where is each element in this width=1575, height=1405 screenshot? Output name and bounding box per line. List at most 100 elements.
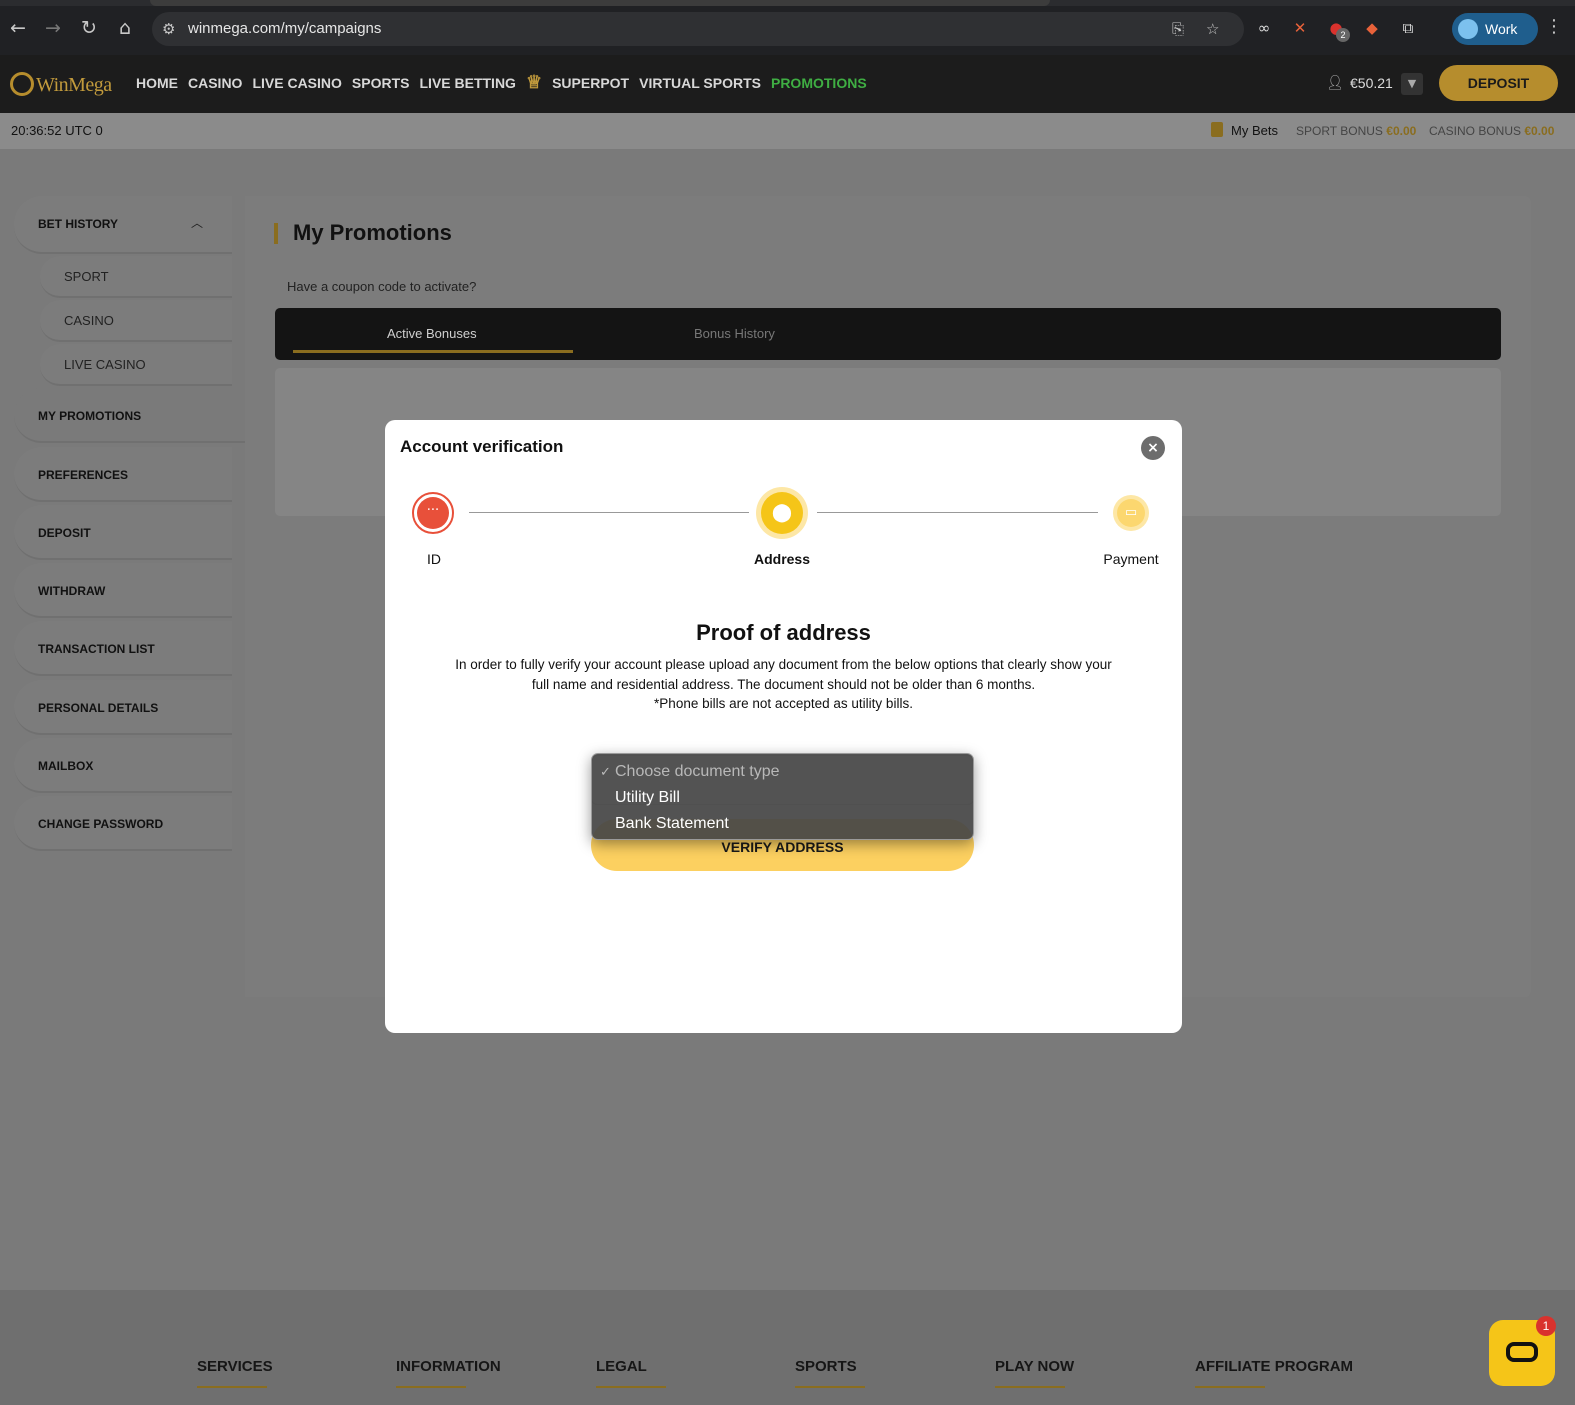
sidebar-subitem-sport[interactable]: SPORT	[40, 256, 232, 298]
sidebar-item-label: PERSONAL DETAILS	[38, 701, 159, 715]
extension-badge: 2	[1336, 28, 1350, 42]
sidebar-item-label: CHANGE PASSWORD	[38, 817, 164, 831]
bonus-tabs: Active Bonuses Bonus History	[275, 308, 1501, 360]
footer-divider	[795, 1386, 865, 1388]
logo[interactable]: WinMega	[10, 70, 120, 98]
sidebar-item-label: CASINO	[64, 313, 114, 328]
option-utility-bill[interactable]: Utility Bill	[615, 789, 680, 807]
sub-header: 20:36:52 UTC 0 My Bets SPORT BONUS €0.00…	[0, 113, 1575, 149]
footer-sports[interactable]: SPORTS	[795, 1358, 857, 1375]
my-bets-link[interactable]: My Bets	[1231, 123, 1278, 138]
main-nav: HOME CASINO LIVE CASINO SPORTS LIVE BETT…	[136, 72, 867, 93]
deposit-button[interactable]: DEPOSIT	[1439, 65, 1558, 101]
extension-link-icon[interactable]: ∞	[1253, 17, 1275, 39]
nav-casino[interactable]: CASINO	[188, 75, 242, 93]
option-choose-document-type[interactable]: Choose document type	[615, 763, 780, 781]
sport-bonus: SPORT BONUS €0.00	[1296, 124, 1416, 138]
sidebar-subitem-live-casino[interactable]: LIVE CASINO	[40, 344, 232, 386]
chevron-up-icon[interactable]: ︿	[191, 214, 203, 231]
nav-live-casino[interactable]: LIVE CASINO	[252, 75, 341, 93]
tab-active-bonuses[interactable]: Active Bonuses	[387, 326, 477, 341]
step-label-payment: Payment	[1103, 551, 1159, 567]
nav-live-betting[interactable]: LIVE BETTING	[420, 75, 516, 93]
footer-divider	[995, 1386, 1065, 1388]
sidebar-item-my-promotions[interactable]: MY PROMOTIONS	[14, 388, 246, 443]
site-header: WinMega HOME CASINO LIVE CASINO SPORTS L…	[0, 55, 1575, 113]
footer-services[interactable]: SERVICES	[197, 1358, 273, 1375]
sidebar-item-deposit[interactable]: DEPOSIT	[14, 505, 232, 560]
tab-indicator	[293, 350, 573, 353]
nav-promotions[interactable]: PROMOTIONS	[771, 75, 867, 93]
clock: 20:36:52 UTC 0	[11, 123, 103, 138]
footer-divider	[396, 1386, 466, 1388]
logo-emblem-icon	[10, 72, 34, 96]
sidebar-item-label: DEPOSIT	[38, 526, 91, 540]
step-connector	[469, 512, 749, 513]
profile-label: Work	[1485, 21, 1518, 37]
modal-title: Account verification	[400, 437, 564, 456]
logo-text: WinMega	[36, 74, 112, 96]
nav-home[interactable]: HOME	[136, 75, 178, 93]
page-title: My Promotions	[293, 220, 452, 245]
user-icon: 👤︎	[1326, 75, 1344, 91]
casino-bonus-label: CASINO BONUS	[1429, 124, 1522, 138]
nav-sports[interactable]: SPORTS	[352, 75, 410, 93]
sidebar-item-personal-details[interactable]: PERSONAL DETAILS	[14, 680, 232, 735]
profile-chip[interactable]: Work	[1452, 13, 1538, 45]
home-icon[interactable]: ⌂	[112, 15, 138, 41]
footer-play-now[interactable]: PLAY NOW	[995, 1358, 1074, 1375]
footer-information[interactable]: INFORMATION	[396, 1358, 501, 1375]
browser-menu-icon[interactable]: ⋮	[1545, 16, 1563, 37]
casino-bonus-value: €0.00	[1524, 124, 1555, 138]
step-connector	[817, 512, 1098, 513]
balance[interactable]: €50.21	[1350, 75, 1393, 91]
step-address-ring: ⬤	[756, 487, 808, 539]
footer-divider	[197, 1386, 267, 1388]
extensions-puzzle-icon[interactable]: ⧉	[1397, 17, 1419, 39]
sidebar-subitem-casino[interactable]: CASINO	[40, 300, 232, 342]
nav-virtual-sports[interactable]: VIRTUAL SPORTS	[639, 75, 761, 93]
sidebar-item-change-password[interactable]: CHANGE PASSWORD	[14, 796, 232, 851]
trophy-icon: ♕	[525, 72, 543, 92]
casino-bonus: CASINO BONUS €0.00	[1429, 124, 1554, 138]
step-payment-ring: ▭	[1113, 495, 1149, 531]
nav-superpot[interactable]: SUPERPOT	[552, 75, 629, 93]
document-type-dropdown[interactable]: ✓ Choose document type Utility Bill Bank…	[591, 753, 974, 840]
sidebar-item-bet-history[interactable]: BET HISTORY ︿	[14, 196, 232, 254]
card-icon: ▭	[1117, 499, 1145, 527]
back-icon[interactable]: ←	[5, 15, 31, 41]
verification-modal: Account verification × ··· ⬤ ▭ ID Addres…	[385, 420, 1182, 1033]
step-label-address: Address	[753, 551, 811, 567]
sidebar-item-transaction-list[interactable]: TRANSACTION LIST	[14, 621, 232, 676]
extension-capture-icon[interactable]: ✕	[1289, 17, 1311, 39]
sidebar-item-label: MAILBOX	[38, 759, 94, 773]
url-text[interactable]: winmega.com/my/campaigns	[188, 20, 381, 37]
proof-text-note: *Phone bills are not accepted as utility…	[654, 696, 913, 711]
sport-bonus-value: €0.00	[1386, 124, 1417, 138]
forward-icon[interactable]: →	[40, 15, 66, 41]
reload-icon[interactable]: ↻	[76, 15, 102, 41]
active-tab[interactable]	[150, 0, 1050, 6]
sidebar-item-preferences[interactable]: PREFERENCES	[14, 447, 232, 502]
ellipsis-icon: ···	[417, 497, 449, 529]
sidebar-item-withdraw[interactable]: WITHDRAW	[14, 563, 232, 618]
coupon-link[interactable]: Have a coupon code to activate?	[287, 279, 476, 294]
site-settings-icon[interactable]: ⚙	[162, 20, 175, 38]
address-bar[interactable]: ⚙ winmega.com/my/campaigns ⎘ ☆	[152, 12, 1244, 46]
proof-text-main: In order to fully verify your account pl…	[455, 657, 1112, 692]
location-pin-icon: ⬤	[761, 492, 803, 534]
step-label-id: ID	[427, 551, 441, 567]
chat-icon	[1506, 1342, 1538, 1362]
sidebar-item-mailbox[interactable]: MAILBOX	[14, 738, 232, 793]
tab-bonus-history[interactable]: Bonus History	[694, 326, 775, 341]
footer-affiliate-program[interactable]: AFFILIATE PROGRAM	[1195, 1358, 1353, 1375]
sidebar-item-label: SPORT	[64, 269, 109, 284]
checkmark-icon: ✓	[600, 765, 611, 780]
chevron-down-icon[interactable]: ▼	[1401, 73, 1423, 95]
bookmark-star-icon[interactable]: ☆	[1206, 20, 1219, 38]
extension-fox-icon[interactable]: ◆	[1361, 17, 1383, 39]
close-icon[interactable]: ×	[1141, 436, 1165, 460]
translate-icon[interactable]: ⎘	[1172, 20, 1184, 38]
option-bank-statement[interactable]: Bank Statement	[615, 815, 729, 833]
footer-legal[interactable]: LEGAL	[596, 1358, 647, 1375]
